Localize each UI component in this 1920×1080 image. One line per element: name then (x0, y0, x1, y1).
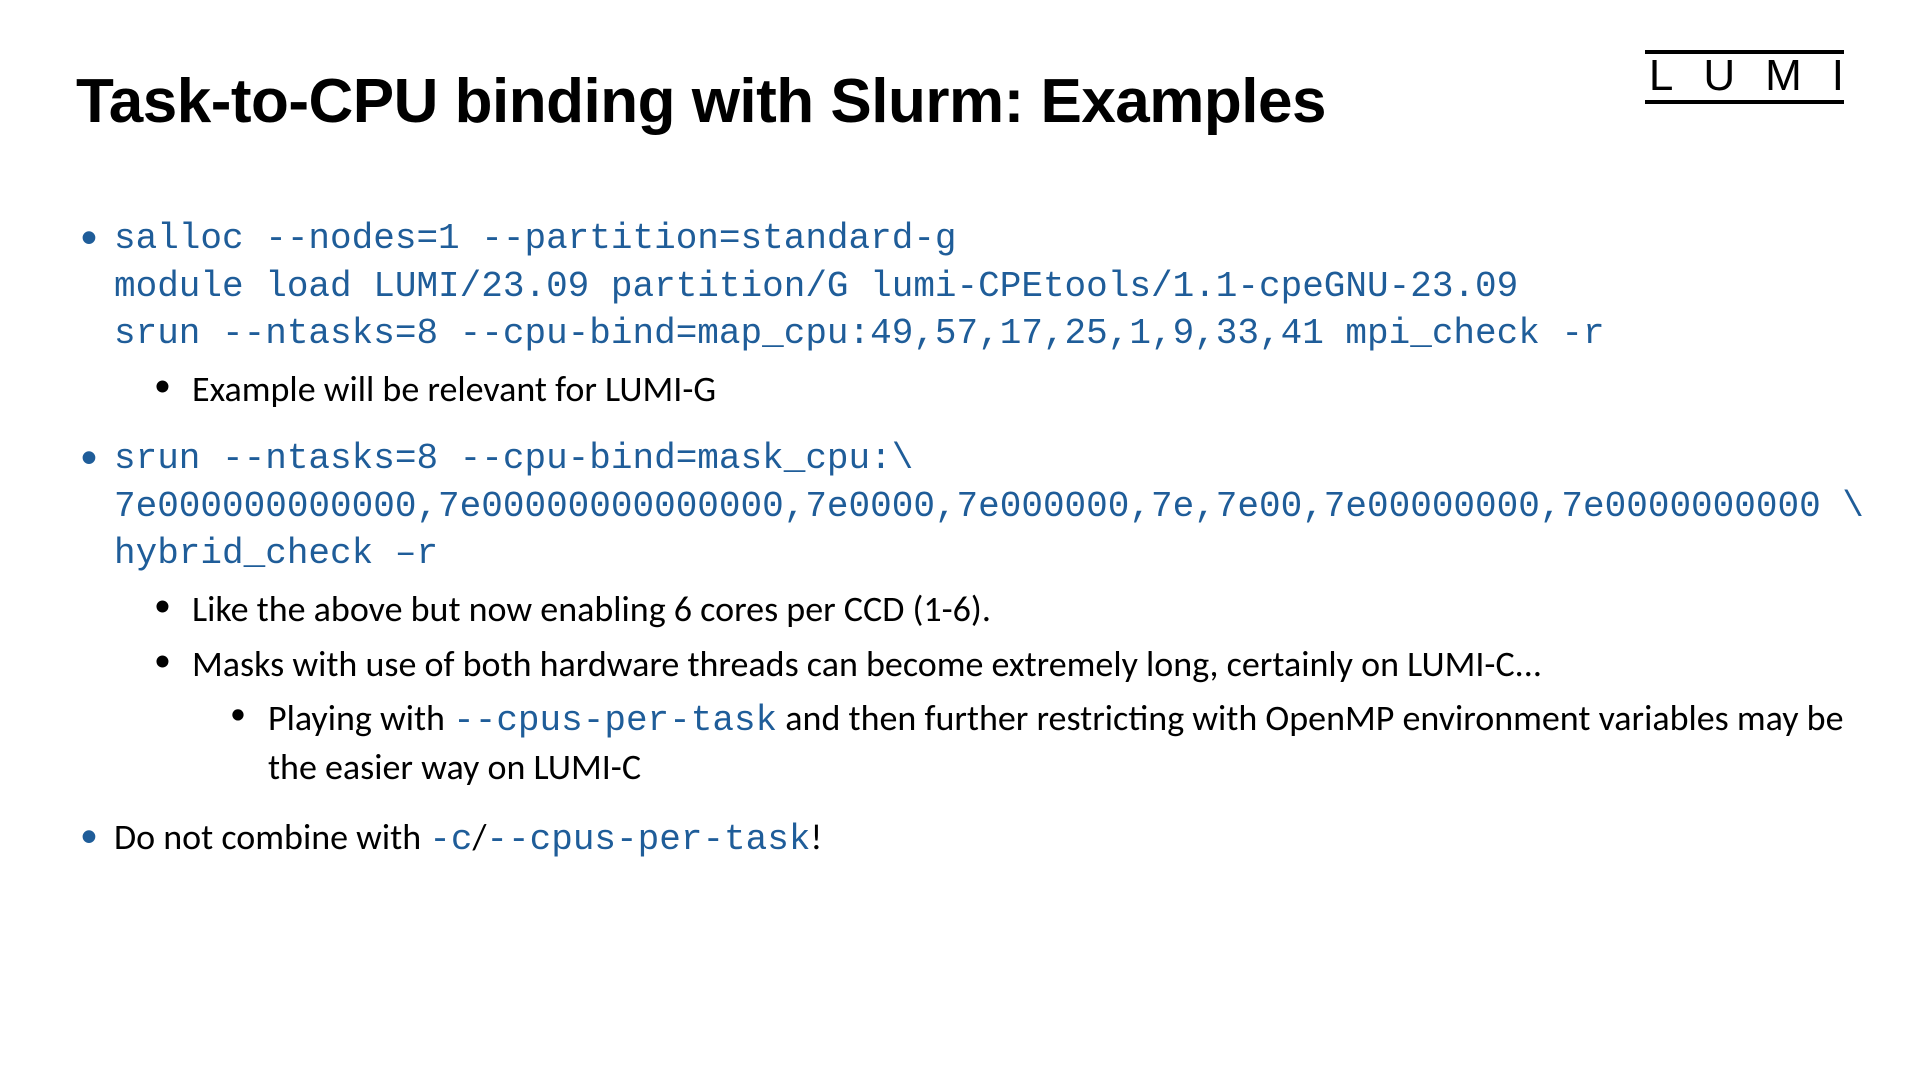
bullet-2-sub-2: Masks with use of both hardware threads … (144, 641, 1844, 792)
bullet-3-c2: --cpus-per-task (486, 819, 810, 860)
bullet-1-code: salloc --nodes=1 --partition=standard-g … (114, 215, 1844, 358)
bullet-2-sub-3-a: Playing with (268, 696, 453, 740)
bullet-1: salloc --nodes=1 --partition=standard-g … (76, 215, 1844, 413)
bullet-3-t3: ! (810, 815, 822, 859)
bullet-1-sub-1: Example will be relevant for LUMI-G (144, 366, 1844, 414)
bullet-2: srun --ntasks=8 --cpu-bind=mask_cpu:\ 7e… (76, 435, 1844, 792)
slide-title: Task-to-CPU binding with Slurm: Examples (76, 66, 1844, 137)
bullet-2-sub-1: Like the above but now enabling 6 cores … (144, 586, 1844, 634)
bullet-2-code: srun --ntasks=8 --cpu-bind=mask_cpu:\ 7e… (114, 435, 1844, 578)
lumi-logo: LUMI (1645, 50, 1844, 104)
slide: LUMI Task-to-CPU binding with Slurm: Exa… (0, 0, 1920, 1080)
slide-content: salloc --nodes=1 --partition=standard-g … (76, 215, 1844, 863)
bullet-3-t1: Do not combine with (114, 815, 429, 859)
bullet-3-t2: / (473, 815, 487, 859)
bullet-2-sub-3-code: --cpus-per-task (453, 700, 777, 741)
bullet-2-sub-2-text: Masks with use of both hardware threads … (192, 642, 1542, 686)
bullet-3: Do not combine with -c/--cpus-per-task! (76, 814, 1844, 864)
bullet-3-c1: -c (429, 819, 472, 860)
bullet-2-sub-3: Playing with --cpus-per-task and then fu… (220, 695, 1844, 792)
